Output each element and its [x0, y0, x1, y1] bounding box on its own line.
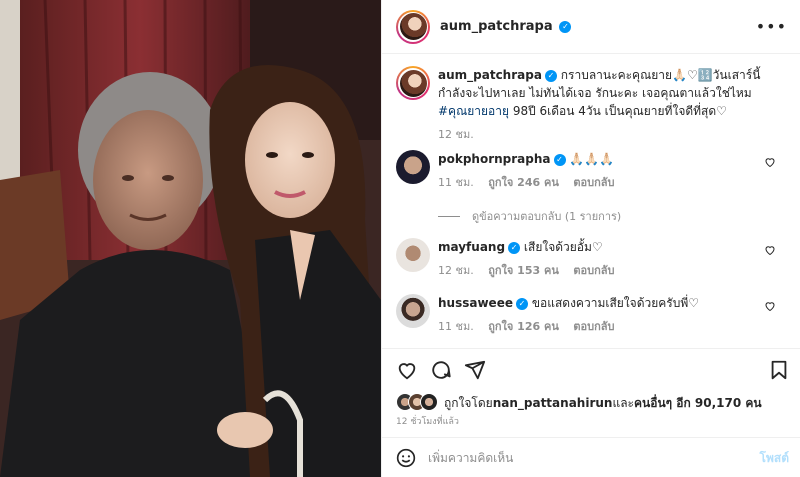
- comment-time[interactable]: 12 ชม.: [438, 264, 474, 277]
- comment-text: ขอแสดงความเสียใจด้วยครับพี่♡: [531, 296, 700, 310]
- likes-middle: และ: [612, 395, 634, 410]
- author-avatar[interactable]: [396, 9, 430, 44]
- comment-username[interactable]: hussaweee: [438, 296, 513, 310]
- caption-meta: 12 ชม.: [438, 126, 768, 144]
- likes-others[interactable]: คนอื่นๆ อีก 90,170 คน: [634, 394, 762, 413]
- comment-body: mayfuang ✓ เสียใจด้วยอั้ม♡ 12 ชม. ถูกใจ 1…: [438, 238, 768, 280]
- reply-button[interactable]: ตอบกลับ: [573, 264, 614, 277]
- action-bar: [382, 348, 800, 388]
- verified-icon: ✓: [508, 241, 521, 254]
- bookmark-icon[interactable]: [768, 359, 790, 381]
- photo-illustration: [0, 0, 381, 477]
- comment-avatar[interactable]: [396, 294, 430, 328]
- reply-button[interactable]: ตอบกลับ: [573, 320, 614, 333]
- replies-dash: [438, 215, 460, 217]
- author-username[interactable]: aum_patchrapa: [440, 19, 553, 34]
- emoji-icon[interactable]: [396, 448, 416, 468]
- comment-heart-icon[interactable]: [764, 156, 776, 168]
- caption-username[interactable]: aum_patchrapa: [438, 68, 542, 82]
- author-name-group: aum_patchrapa ✓: [440, 19, 572, 34]
- comment-meta: 11 ชม. ถูกใจ 246 คน ตอบกลับ: [438, 174, 768, 192]
- comment-username[interactable]: pokphornprapha: [438, 152, 551, 166]
- caption-body: aum_patchrapa ✓ กราบลานะคะคุณยาย🙏🏻♡🔢วันเส…: [438, 66, 768, 144]
- comment-likes[interactable]: ถูกใจ 126 คน: [488, 320, 559, 333]
- comment-time[interactable]: 11 ชม.: [438, 176, 474, 189]
- comment-icon[interactable]: [430, 359, 452, 381]
- heart-icon[interactable]: [396, 359, 418, 381]
- comment-text: 🙏🏻🙏🏻🙏🏻: [569, 152, 615, 166]
- comment-likes[interactable]: ถูกใจ 153 คน: [488, 264, 559, 277]
- caption-text-end: 98ปี 6เดือน 4วัน เป็นคุณยายที่ใจดีที่สุด…: [509, 104, 727, 118]
- likes-user[interactable]: nan_pattanahirun: [493, 396, 613, 410]
- comment-meta: 11 ชม. ถูกใจ 126 คน ตอบกลับ: [438, 318, 768, 336]
- comment-avatar[interactable]: [396, 150, 430, 184]
- post-modal: aum_patchrapa ✓ ••• aum_patchrapa ✓ กราบล…: [0, 0, 800, 477]
- post-button[interactable]: โพสต์: [760, 449, 789, 468]
- reply-button[interactable]: ตอบกลับ: [573, 176, 614, 189]
- caption-hashtag[interactable]: #คุณยายอายุ: [438, 104, 509, 118]
- share-icon[interactable]: [464, 359, 486, 381]
- comment-heart-icon[interactable]: [764, 244, 776, 256]
- comment-meta: 12 ชม. ถูกใจ 153 คน ตอบกลับ: [438, 262, 768, 280]
- comment-heart-icon[interactable]: [764, 300, 776, 312]
- liker-avatars[interactable]: [396, 393, 440, 413]
- caption-avatar[interactable]: [396, 66, 430, 100]
- add-comment-bar: โพสต์: [382, 437, 800, 477]
- verified-icon: ✓: [553, 153, 566, 166]
- verified-icon: ✓: [559, 20, 572, 33]
- comment-input[interactable]: [428, 448, 728, 468]
- comment-time[interactable]: 11 ชม.: [438, 320, 474, 333]
- caption-time[interactable]: 12 ชม.: [438, 128, 474, 141]
- view-replies-label: ดูข้อความตอบกลับ (1 รายการ): [472, 210, 622, 223]
- likes-summary: ถูกใจโดย nan_pattanahirun และ คนอื่นๆ อี…: [396, 393, 762, 413]
- comment-username[interactable]: mayfuang: [438, 240, 505, 254]
- post-time-ago[interactable]: 12 ชั่วโมงที่แล้ว: [396, 414, 459, 428]
- comment-text: เสียใจด้วยอั้ม♡: [523, 240, 603, 254]
- likes-prefix: ถูกใจโดย: [444, 395, 493, 410]
- comments-list[interactable]: aum_patchrapa ✓ กราบลานะคะคุณยาย🙏🏻♡🔢วันเส…: [382, 54, 800, 348]
- comment-body: pokphornprapha ✓ 🙏🏻🙏🏻🙏🏻 11 ชม. ถูกใจ 246 …: [438, 150, 768, 192]
- comment-avatar[interactable]: [396, 238, 430, 272]
- post-side-panel: aum_patchrapa ✓ ••• aum_patchrapa ✓ กราบล…: [381, 0, 800, 477]
- more-icon[interactable]: •••: [756, 17, 787, 36]
- verified-icon: ✓: [544, 69, 557, 82]
- comment-likes[interactable]: ถูกใจ 246 คน: [488, 176, 559, 189]
- view-replies-button[interactable]: ดูข้อความตอบกลับ (1 รายการ): [438, 207, 621, 225]
- post-photo[interactable]: [0, 0, 381, 477]
- verified-icon: ✓: [515, 297, 528, 310]
- comment-body: hussaweee ✓ ขอแสดงความเสียใจด้วยครับพี่♡ …: [438, 294, 768, 336]
- post-header: aum_patchrapa ✓ •••: [382, 0, 800, 54]
